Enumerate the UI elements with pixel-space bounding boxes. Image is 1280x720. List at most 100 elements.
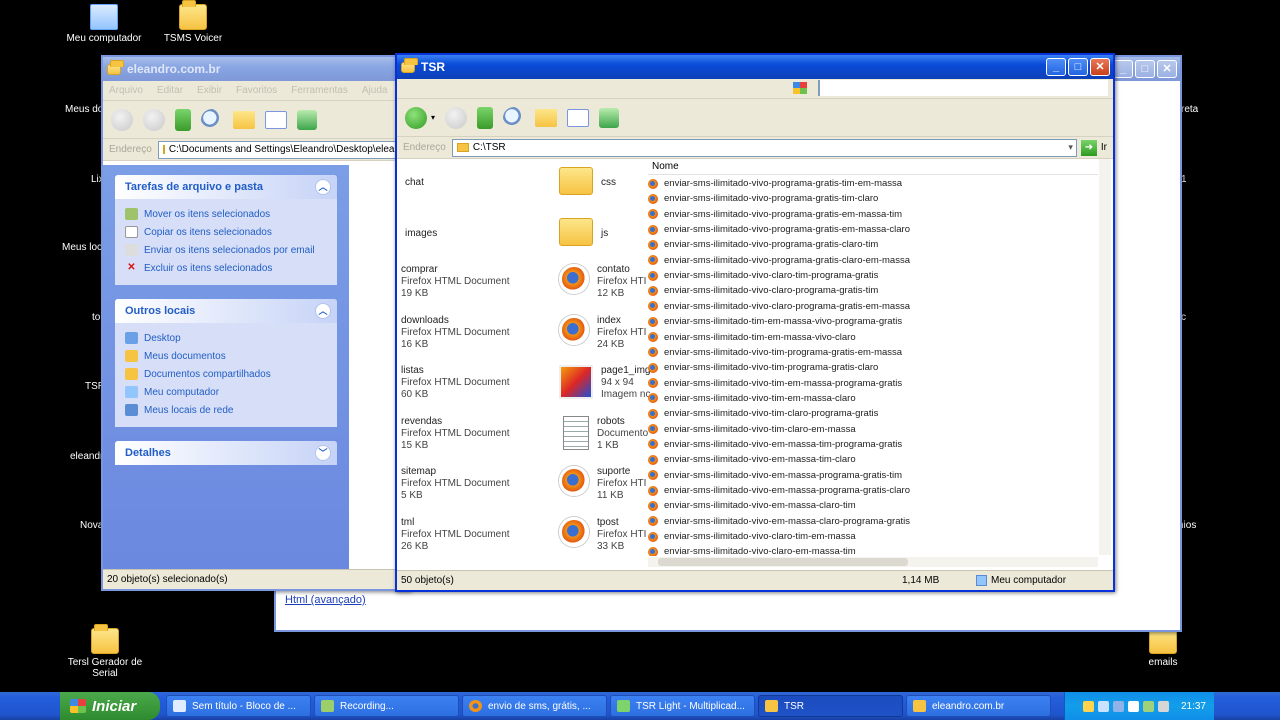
minimize-button[interactable]: _: [1046, 58, 1066, 76]
up-folder-button[interactable]: [477, 106, 494, 129]
forward-button[interactable]: [143, 108, 165, 131]
folder-item[interactable]: tpost Firefox HTI 33 KB: [559, 516, 646, 553]
folder-item[interactable]: robots Documento 1 KB: [559, 415, 648, 452]
file-row[interactable]: enviar-sms-ilimitado-vivo-em-massa-tim-c…: [648, 452, 856, 467]
desktop-icon-tersl[interactable]: Tersl Gerador de Serial: [59, 624, 151, 679]
task-email[interactable]: Enviar os itens selecionados por email: [125, 241, 327, 259]
file-row[interactable]: enviar-sms-ilimitado-vivo-claro-programa…: [648, 283, 878, 298]
menu-help[interactable]: Ajuda: [362, 85, 388, 96]
desktop-icon-eleandro[interactable]: eleandr: [70, 451, 103, 462]
explorer-window-tsr[interactable]: TSR _ □ ✕ ▾ Endereço C:\TSR ▾ ➜ Ir chat i…: [395, 53, 1115, 592]
folder-item[interactable]: tml Firefox HTML Document 26 KB: [397, 517, 510, 553]
place-network[interactable]: Meus locais de rede: [125, 401, 327, 419]
panel-header[interactable]: Tarefas de arquivo e pasta ︿: [115, 175, 337, 199]
file-row[interactable]: enviar-sms-ilimitado-vivo-tim-claro-prog…: [648, 406, 878, 421]
file-row[interactable]: enviar-sms-ilimitado-vivo-programa-grati…: [648, 207, 902, 222]
place-desktop[interactable]: Desktop: [125, 329, 327, 347]
back-button[interactable]: [111, 108, 133, 131]
search-button[interactable]: [201, 108, 223, 131]
collapse-chevron-icon[interactable]: ︿: [315, 303, 331, 319]
file-row[interactable]: enviar-sms-ilimitado-tim-em-massa-vivo-c…: [648, 330, 856, 345]
folder-item[interactable]: chat: [397, 163, 424, 195]
file-row[interactable]: enviar-sms-ilimitado-vivo-claro-em-massa…: [648, 544, 856, 556]
place-my-documents[interactable]: Meus documentos: [125, 347, 327, 365]
menu-file[interactable]: Arquivo: [109, 85, 143, 96]
taskbar-item-tsr-light[interactable]: TSR Light - Multiplicad...: [610, 695, 755, 717]
folder-item[interactable]: images: [397, 214, 437, 246]
eleandro-titlebar[interactable]: eleandro.com.br: [103, 57, 409, 81]
desktop-icon-my-computer[interactable]: Meu computador: [59, 4, 149, 44]
folder-item[interactable]: sitemap Firefox HTML Document 5 KB: [397, 466, 510, 502]
minimize-button[interactable]: _: [1113, 60, 1133, 78]
folder-item[interactable]: revendas Firefox HTML Document 15 KB: [397, 416, 510, 452]
address-input[interactable]: C:\Documents and Settings\Eleandro\Deskt…: [157, 140, 409, 159]
sync-button[interactable]: [297, 109, 317, 130]
file-row[interactable]: enviar-sms-ilimitado-vivo-em-massa-claro…: [648, 514, 910, 529]
sync-button[interactable]: [599, 107, 620, 128]
tray-icon[interactable]: [1127, 700, 1139, 712]
expand-chevron-icon[interactable]: ﹀: [315, 445, 331, 461]
place-shared-documents[interactable]: Documentos compartilhados: [125, 365, 327, 383]
taskbar-item-tsr[interactable]: TSR: [758, 695, 903, 717]
place-my-computer[interactable]: Meu computador: [125, 383, 327, 401]
forward-button[interactable]: [445, 106, 468, 129]
back-dropdown-icon[interactable]: ▾: [431, 113, 435, 122]
taskbar-item-eleandro[interactable]: eleandro.com.br: [906, 695, 1051, 717]
folder-item[interactable]: downloads Firefox HTML Document 16 KB: [397, 315, 510, 351]
menu-favorites[interactable]: Favoritos: [236, 85, 277, 96]
html-advanced-link[interactable]: Html (avançado): [285, 594, 366, 606]
taskbar-item-recording[interactable]: Recording...: [314, 695, 459, 717]
vertical-scrollbar[interactable]: [1099, 159, 1111, 555]
clock[interactable]: 21:37: [1181, 701, 1206, 712]
maximize-button[interactable]: □: [1068, 58, 1088, 76]
explorer-window-eleandro[interactable]: eleandro.com.br Arquivo Editar Exibir Fa…: [101, 55, 411, 591]
horizontal-scroll-thumb[interactable]: [658, 558, 908, 566]
address-dropdown-icon[interactable]: ▾: [1068, 142, 1073, 153]
folder-item[interactable]: listas Firefox HTML Document 60 KB: [397, 365, 510, 401]
menu-search-field[interactable]: [818, 80, 1108, 96]
desktop-icon-nova[interactable]: Nova: [80, 520, 103, 531]
file-row[interactable]: enviar-sms-ilimitado-vivo-programa-grati…: [648, 253, 910, 268]
desktop-icon-tsms[interactable]: TSMS Voicer: [148, 0, 238, 44]
file-row[interactable]: enviar-sms-ilimitado-vivo-em-massa-claro…: [648, 498, 856, 513]
horizontal-scrollbar[interactable]: [648, 557, 1098, 567]
folder-item[interactable]: index Firefox HTI 24 KB: [559, 314, 646, 351]
tray-icon[interactable]: [1112, 700, 1124, 712]
desktop-icon-my-documents[interactable]: Meus do: [65, 104, 103, 115]
menu-edit[interactable]: Editar: [157, 85, 183, 96]
menu-tools[interactable]: Ferramentas: [291, 85, 348, 96]
file-row[interactable]: enviar-sms-ilimitado-vivo-tim-claro-em-m…: [648, 422, 856, 437]
file-row[interactable]: enviar-sms-ilimitado-vivo-tim-em-massa-c…: [648, 391, 856, 406]
folders-button[interactable]: [535, 108, 558, 127]
search-button[interactable]: [503, 106, 526, 129]
close-button[interactable]: ✕: [1090, 58, 1110, 76]
desktop-icon-emails[interactable]: emails: [1118, 624, 1208, 668]
views-button[interactable]: [567, 108, 590, 127]
desktop-icon-to[interactable]: to: [92, 312, 100, 323]
tray-icon[interactable]: [1142, 700, 1154, 712]
file-row[interactable]: enviar-sms-ilimitado-vivo-claro-tim-prog…: [648, 268, 878, 283]
file-row[interactable]: enviar-sms-ilimitado-tim-em-massa-vivo-p…: [648, 314, 902, 329]
file-row[interactable]: enviar-sms-ilimitado-vivo-em-massa-tim-p…: [648, 437, 902, 452]
views-button[interactable]: [265, 110, 287, 129]
collapse-chevron-icon[interactable]: ︿: [315, 179, 331, 195]
task-copy[interactable]: Copiar os itens selecionados: [125, 223, 327, 241]
back-button[interactable]: [405, 106, 427, 129]
maximize-button[interactable]: □: [1135, 60, 1155, 78]
up-folder-button[interactable]: [175, 108, 191, 131]
column-header-name[interactable]: Nome: [648, 159, 1098, 175]
tray-icon[interactable]: [1097, 700, 1109, 712]
folder-item[interactable]: js: [559, 214, 608, 246]
address-input[interactable]: C:\TSR ▾: [451, 138, 1077, 157]
file-row[interactable]: enviar-sms-ilimitado-vivo-em-massa-progr…: [648, 483, 910, 498]
file-row[interactable]: enviar-sms-ilimitado-vivo-programa-grati…: [648, 222, 910, 237]
volume-icon[interactable]: [1157, 700, 1169, 712]
folder-item[interactable]: suporte Firefox HTI 11 KB: [559, 466, 646, 502]
go-button[interactable]: ➜: [1080, 139, 1097, 156]
task-move[interactable]: Mover os itens selecionados: [125, 205, 327, 223]
menu-view[interactable]: Exibir: [197, 85, 222, 96]
close-button[interactable]: ✕: [1157, 60, 1177, 78]
folders-button[interactable]: [233, 110, 255, 129]
file-row[interactable]: enviar-sms-ilimitado-vivo-tim-em-massa-p…: [648, 376, 902, 391]
panel-header[interactable]: Detalhes ﹀: [115, 441, 337, 465]
